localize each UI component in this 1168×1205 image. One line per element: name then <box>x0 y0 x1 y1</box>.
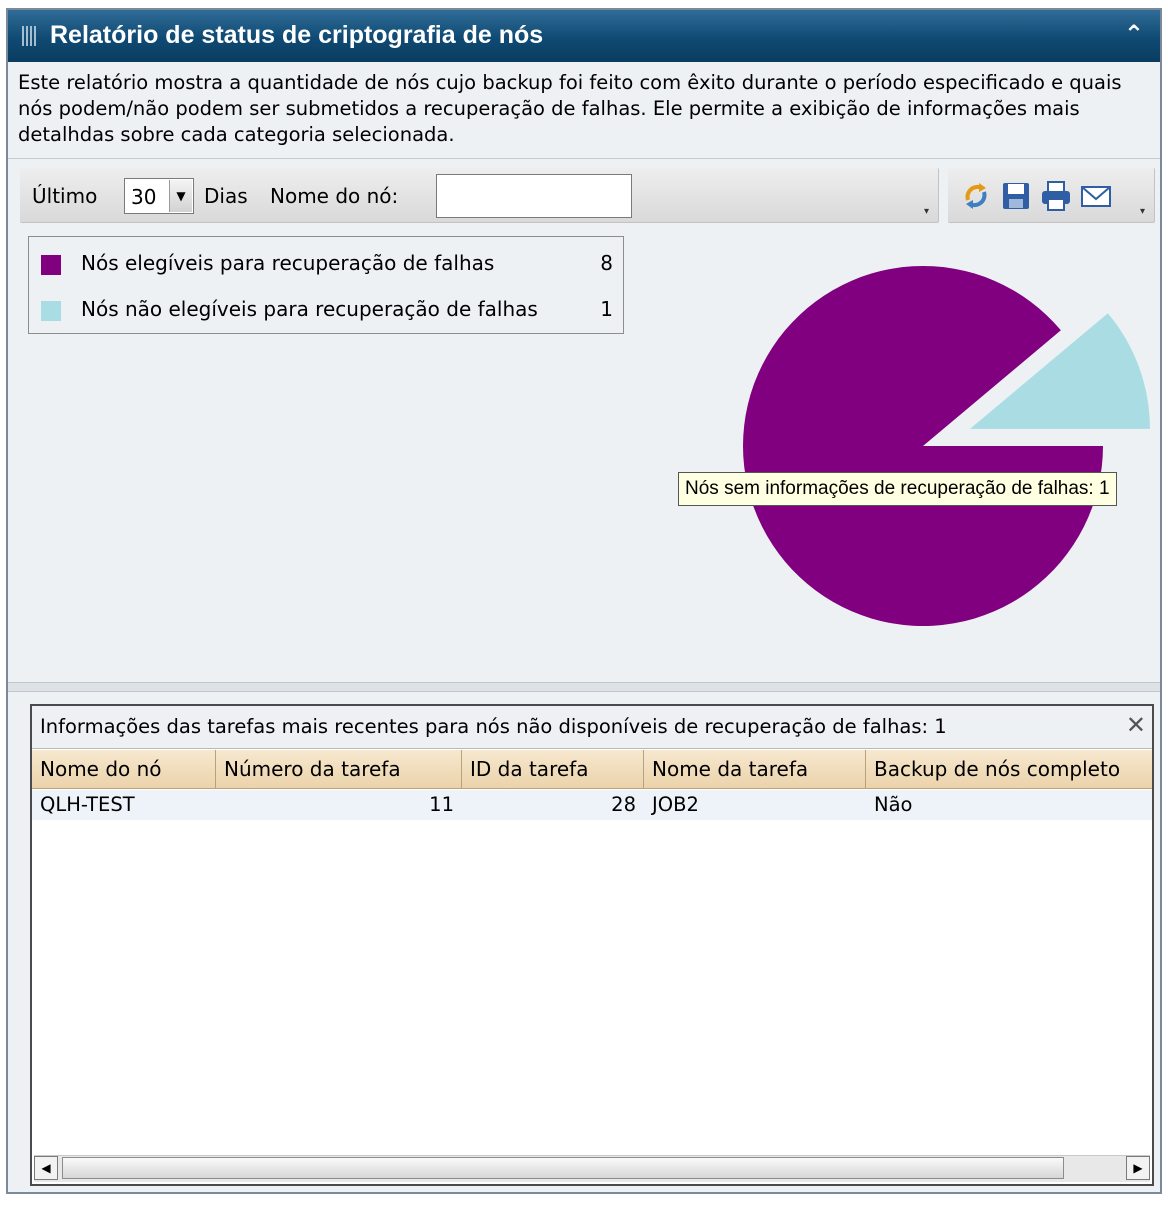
divider <box>8 158 1160 159</box>
cell-full-node-backup: Não <box>874 793 913 816</box>
legend-value: 8 <box>600 251 613 275</box>
horizontal-scrollbar[interactable]: ◀ ▶ <box>34 1155 1150 1182</box>
panel-splitter[interactable] <box>8 682 1160 692</box>
toolbar-overflow-icon[interactable]: ▾ <box>1140 206 1150 218</box>
node-name-label: Nome do nó: <box>270 184 399 208</box>
legend-item[interactable]: Nós não elegíveis para recuperação de fa… <box>41 295 613 325</box>
report-panel: Relatório de status de criptografia de n… <box>6 8 1162 1194</box>
cell-job-id: 28 <box>611 793 636 816</box>
chart-tooltip: Nós sem informações de recuperação de fa… <box>678 472 1117 506</box>
title-bar: Relatório de status de criptografia de n… <box>8 10 1160 62</box>
grid-title: Informações das tarefas mais recentes pa… <box>40 715 947 738</box>
scroll-right-icon[interactable]: ▶ <box>1126 1156 1150 1180</box>
days-label: Dias <box>204 184 248 208</box>
column-header-full-node-backup[interactable]: Backup de nós completo <box>866 750 1152 788</box>
refresh-icon[interactable] <box>960 180 992 212</box>
close-icon[interactable]: ✕ <box>1126 711 1146 739</box>
column-header-job-name[interactable]: Nome da tarefa <box>644 750 866 788</box>
filter-toolbar: Último 30 ▼ Dias Nome do nó: ▾ <box>20 168 939 223</box>
legend-label: Nós elegíveis para recuperação de falhas <box>81 251 495 275</box>
jobs-grid-panel: Informações das tarefas mais recentes pa… <box>30 704 1154 1186</box>
table-row[interactable]: QLH-TEST 11 28 JOB2 Não <box>32 790 1152 820</box>
legend-label: Nós não elegíveis para recuperação de fa… <box>81 297 538 321</box>
last-label: Último <box>32 184 98 208</box>
cell-job-name: JOB2 <box>652 793 699 816</box>
chart-legend: Nós elegíveis para recuperação de falhas… <box>28 236 624 334</box>
pie-chart <box>743 266 1150 626</box>
legend-swatch <box>41 255 61 275</box>
double-chevron-up-icon[interactable]: ⌃ <box>1124 20 1144 48</box>
grid-column-headers: Nome do nó Número da tarefa ID da tarefa… <box>32 750 1152 789</box>
legend-value: 1 <box>600 297 613 321</box>
save-icon[interactable] <box>1000 180 1032 212</box>
cell-node-name: QLH-TEST <box>40 793 135 816</box>
report-title: Relatório de status de criptografia de n… <box>50 21 544 49</box>
print-icon[interactable] <box>1040 180 1072 212</box>
column-header-job-number[interactable]: Número da tarefa <box>216 750 462 788</box>
grip-icon <box>22 26 38 46</box>
report-description: Este relatório mostra a quantidade de nó… <box>18 71 1122 146</box>
action-toolbar: ▾ <box>948 168 1155 223</box>
days-select-value: 30 <box>131 185 157 209</box>
column-header-node-name[interactable]: Nome do nó <box>32 750 216 788</box>
node-name-input[interactable] <box>436 174 632 218</box>
grid-header: Informações das tarefas mais recentes pa… <box>32 706 1152 749</box>
scrollbar-thumb[interactable] <box>62 1157 1064 1179</box>
pie-slice-eligible[interactable] <box>743 266 1103 626</box>
column-header-job-id[interactable]: ID da tarefa <box>462 750 644 788</box>
legend-item[interactable]: Nós elegíveis para recuperação de falhas… <box>41 249 613 279</box>
email-icon[interactable] <box>1080 180 1112 212</box>
toolbar-overflow-icon[interactable]: ▾ <box>924 206 934 218</box>
dropdown-arrow-icon[interactable]: ▼ <box>169 180 192 212</box>
legend-swatch <box>41 301 61 321</box>
cell-job-number: 11 <box>429 793 454 816</box>
scroll-left-icon[interactable]: ◀ <box>34 1156 58 1180</box>
days-select[interactable]: 30 ▼ <box>124 178 194 214</box>
